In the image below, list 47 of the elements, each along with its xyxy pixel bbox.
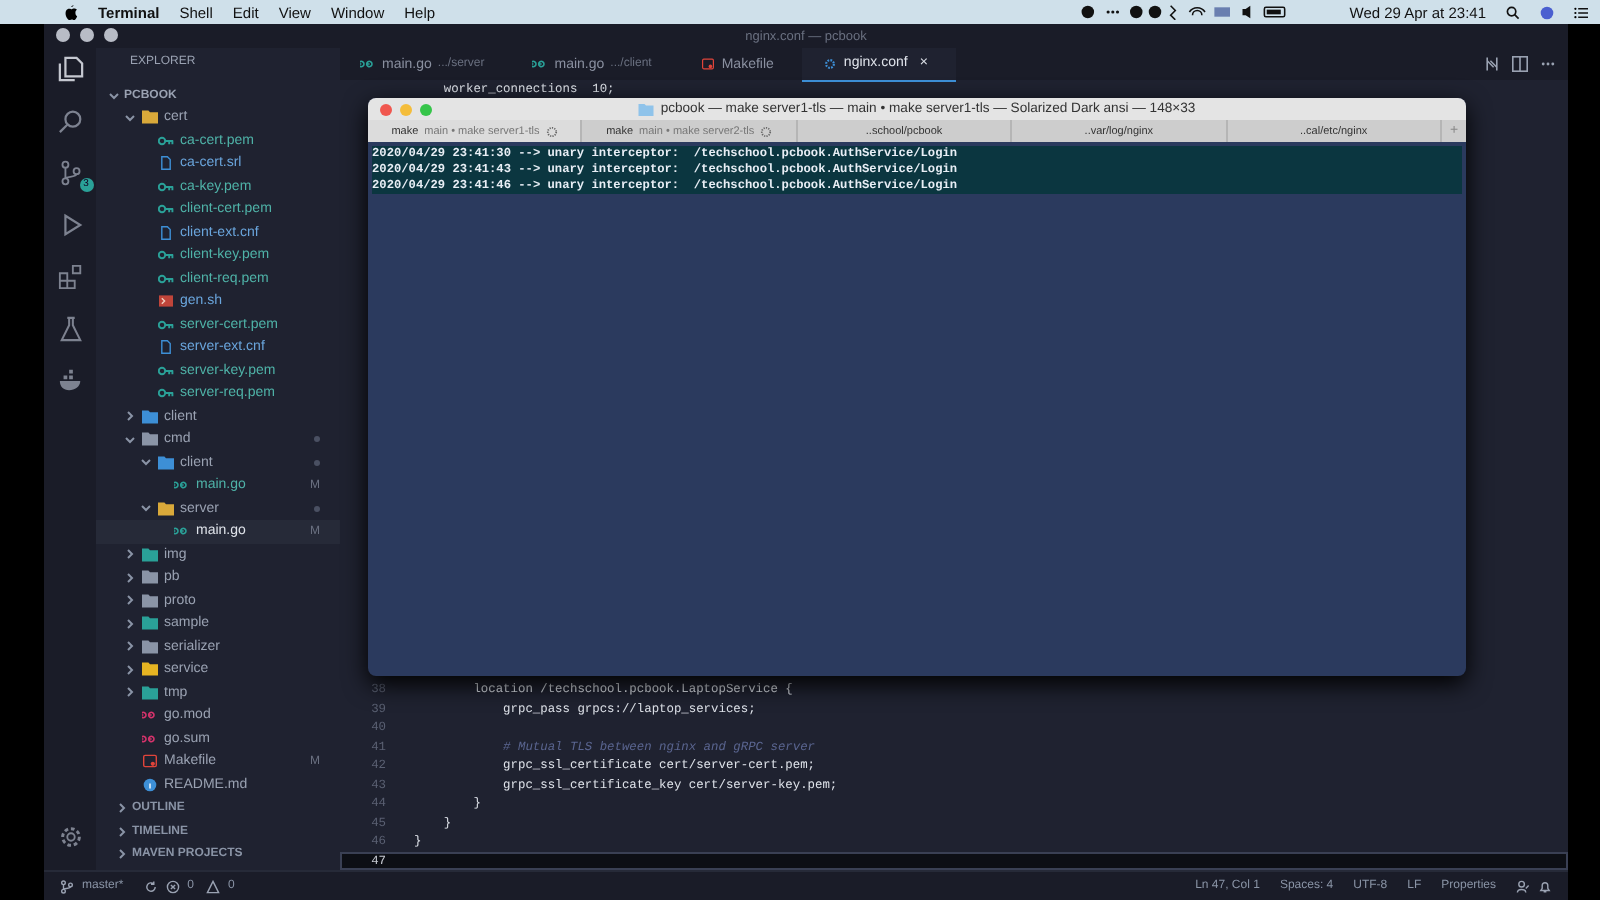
folder-icon [638, 103, 655, 115]
warning-icon[interactable] [206, 879, 221, 893]
compare-icon[interactable] [1484, 56, 1500, 72]
list-icon[interactable] [1574, 5, 1588, 19]
whale-icon[interactable] [57, 368, 83, 394]
key-icon [158, 386, 174, 401]
split-editor-icon[interactable] [1512, 56, 1528, 72]
makefile-icon [142, 754, 158, 769]
infinity-icon [174, 524, 190, 539]
close-light[interactable] [56, 28, 70, 42]
info-icon [142, 777, 158, 792]
branch-icon[interactable] [60, 879, 74, 893]
makefile-icon [699, 58, 716, 70]
extensions-icon[interactable] [57, 264, 83, 290]
key-icon [158, 133, 174, 148]
infinity-icon [142, 708, 158, 723]
siri-icon[interactable] [1540, 5, 1554, 19]
infinity-icon [142, 731, 158, 746]
error-icon[interactable] [165, 879, 180, 893]
terminal-icon [158, 294, 174, 309]
key-icon [158, 248, 174, 263]
document-icon [158, 156, 174, 171]
minimize-light[interactable] [80, 28, 94, 42]
source-control-icon[interactable] [57, 160, 83, 186]
spinner-icon [760, 125, 773, 137]
infinity-icon [532, 58, 549, 70]
bell-icon[interactable] [1538, 879, 1552, 893]
key-icon [158, 202, 174, 217]
search-icon[interactable] [1506, 5, 1520, 19]
chevron-icon [140, 502, 152, 515]
key-icon [158, 363, 174, 378]
flask-icon[interactable] [57, 316, 83, 342]
feedback-icon[interactable] [1516, 879, 1530, 893]
apple-icon[interactable] [64, 4, 78, 20]
key-icon [158, 271, 174, 286]
document-icon [158, 340, 174, 355]
infinity-icon [360, 58, 376, 70]
gear-icon [821, 57, 838, 69]
zoom-light[interactable] [104, 28, 118, 42]
key-icon [158, 179, 174, 194]
infinity-icon [174, 478, 190, 493]
key-icon [158, 317, 174, 332]
files-icon[interactable] [57, 56, 83, 82]
document-icon [158, 225, 174, 240]
spinner-icon [545, 125, 558, 137]
settings-icon[interactable] [57, 824, 83, 850]
sync-icon[interactable] [143, 879, 158, 893]
